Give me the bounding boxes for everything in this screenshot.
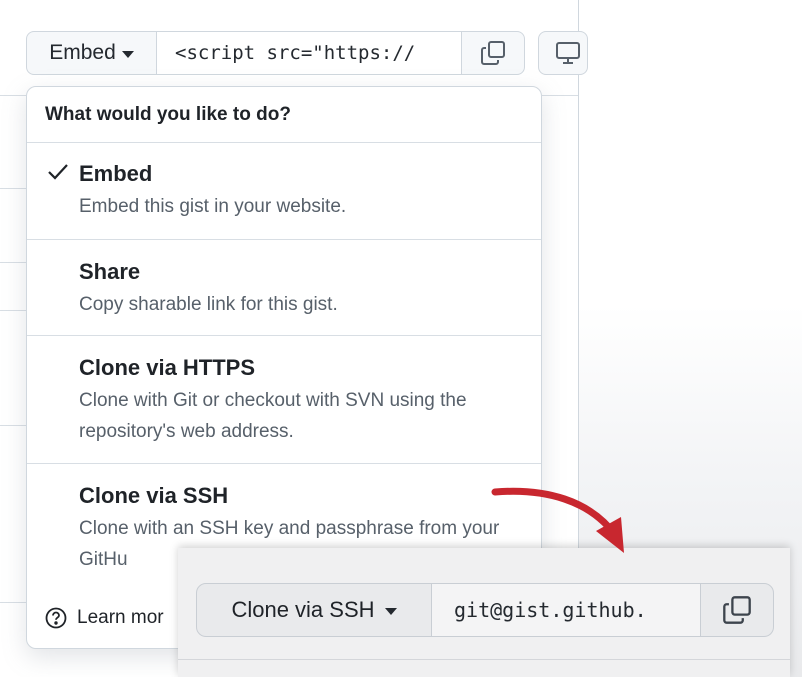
menu-item-title: Clone via SSH	[79, 483, 229, 508]
menu-item-share[interactable]: Share Copy sharable link for this gist.	[27, 240, 541, 336]
divider	[178, 659, 790, 660]
embed-dropdown-button[interactable]: Embed	[26, 31, 157, 75]
caret-down-icon	[121, 50, 134, 58]
open-desktop-button[interactable]	[538, 31, 588, 75]
divider	[542, 95, 578, 96]
caret-down-icon	[384, 607, 397, 615]
menu-header: What would you like to do?	[27, 87, 541, 143]
copy-icon	[481, 41, 505, 65]
learn-more-label: Learn mor	[77, 607, 164, 628]
embed-button-label: Embed	[49, 41, 116, 64]
divider	[0, 188, 26, 189]
menu-item-title: Share	[79, 259, 141, 284]
clone-ssh-toolbar: Clone via SSH git@gist.github.	[196, 583, 774, 637]
divider	[0, 262, 26, 263]
divider	[0, 95, 26, 96]
menu-item-clone-https[interactable]: Clone via HTTPS Clone with Git or checko…	[27, 336, 541, 464]
embed-toolbar: Embed <script src="https://	[26, 31, 525, 75]
divider	[0, 602, 26, 603]
divider	[0, 310, 26, 311]
menu-item-embed[interactable]: Embed Embed this gist in your website.	[27, 143, 541, 240]
copy-icon	[723, 596, 751, 624]
divider	[0, 425, 26, 426]
menu-item-description: Embed this gist in your website.	[79, 196, 347, 217]
menu-item-title: Embed	[79, 161, 153, 186]
ssh-url-field[interactable]: git@gist.github.	[432, 583, 700, 637]
embed-url-field[interactable]: <script src="https://	[157, 31, 461, 75]
clone-ssh-button-label: Clone via SSH	[231, 597, 375, 622]
clone-ssh-dropdown-button[interactable]: Clone via SSH	[196, 583, 432, 637]
desktop-icon	[556, 42, 580, 64]
zoom-inset: Clone via SSH git@gist.github.	[178, 548, 790, 677]
menu-item-description: Copy sharable link for this gist.	[79, 294, 338, 315]
menu-item-description: Clone with Git or checkout with SVN usin…	[79, 390, 467, 442]
ssh-copy-button[interactable]	[700, 583, 774, 637]
embed-url-value: <script src="https://	[175, 42, 416, 64]
question-icon	[45, 607, 67, 629]
check-icon	[48, 164, 68, 180]
ssh-url-value: git@gist.github.	[454, 598, 647, 622]
copy-button[interactable]	[461, 31, 525, 75]
menu-item-title: Clone via HTTPS	[79, 355, 256, 380]
